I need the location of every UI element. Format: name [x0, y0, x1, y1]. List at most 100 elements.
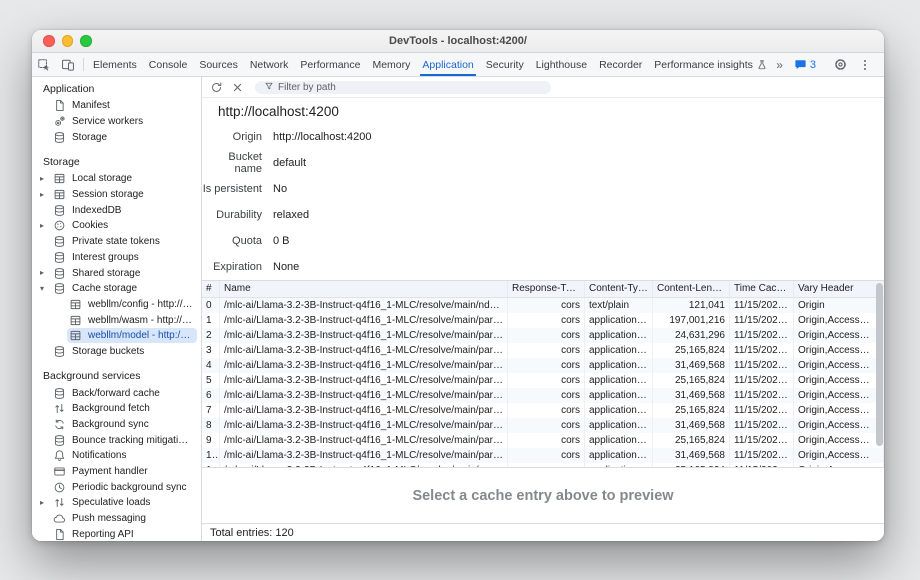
table-row[interactable]: 8/mlc-ai/Llama-3.2-3B-Instruct-q4f16_1-M… — [202, 418, 884, 433]
meta-value: default — [273, 157, 306, 169]
grid-cell: 25,165,824 — [653, 403, 730, 418]
sidebar-item-shared-storage[interactable]: ▸Shared storage — [32, 265, 201, 281]
filter-input[interactable]: Filter by path — [255, 81, 551, 94]
sidebar-item-session-storage[interactable]: ▸Session storage — [32, 187, 201, 203]
sidebar-item-service-workers[interactable]: Service workers — [32, 114, 201, 130]
console-messages-button[interactable]: 3 — [789, 58, 821, 71]
statusbar: Total entries: 120 — [202, 523, 884, 541]
chevron-down-icon: ▾ — [40, 285, 51, 293]
table-row[interactable]: 0/mlc-ai/Llama-3.2-3B-Instruct-q4f16_1-M… — [202, 298, 884, 313]
grid-scrollbar[interactable] — [876, 283, 883, 446]
table-row[interactable]: 9/mlc-ai/Llama-3.2-3B-Instruct-q4f16_1-M… — [202, 433, 884, 448]
tab-sources[interactable]: Sources — [195, 53, 242, 76]
sidebar-item-payment-handler[interactable]: Payment handler — [32, 464, 201, 480]
minimize-window-button[interactable] — [62, 35, 74, 47]
sidebar-item-label: webllm/model - http://loc… — [88, 330, 193, 341]
tab-console[interactable]: Console — [145, 53, 192, 76]
sidebar-item-speculative-loads[interactable]: ▸Speculative loads — [32, 495, 201, 511]
table-row[interactable]: 6/mlc-ai/Llama-3.2-3B-Instruct-q4f16_1-M… — [202, 388, 884, 403]
sidebar-item-background-sync[interactable]: Background sync — [32, 417, 201, 433]
inspect-element-icon[interactable] — [32, 53, 56, 76]
device-toolbar-icon[interactable] — [56, 53, 80, 76]
grid-cell: cors — [508, 328, 585, 343]
grid-cell: 11/15/2024, 10… — [730, 388, 794, 403]
sidebar-item-notifications[interactable]: Notifications — [32, 448, 201, 464]
database-icon — [53, 267, 66, 280]
tab-application[interactable]: Application — [418, 53, 477, 76]
table-row[interactable]: 11/mlc-ai/Llama-3.2-3B-Instruct-q4f16_1-… — [202, 463, 884, 467]
grid-cell: 31,469,568 — [653, 388, 730, 403]
table-row[interactable]: 3/mlc-ai/Llama-3.2-3B-Instruct-q4f16_1-M… — [202, 343, 884, 358]
titlebar[interactable]: DevTools - localhost:4200/ — [32, 30, 884, 53]
grid-cell: 11/15/2024, 10… — [730, 298, 794, 313]
grid-column-header-content-type[interactable]: Content-Type — [585, 281, 653, 297]
sidebar-item-reporting-api[interactable]: Reporting API — [32, 527, 201, 542]
table-row[interactable]: 4/mlc-ai/Llama-3.2-3B-Instruct-q4f16_1-M… — [202, 358, 884, 373]
sidebar-item-private-state-tokens[interactable]: Private state tokens — [32, 234, 201, 250]
table-row[interactable]: 1/mlc-ai/Llama-3.2-3B-Instruct-q4f16_1-M… — [202, 313, 884, 328]
kebab-menu-icon[interactable] — [853, 58, 877, 72]
grid-cell: 121,041 — [653, 298, 730, 313]
grid-cell: application/oc… — [585, 358, 653, 373]
settings-gear-icon[interactable] — [828, 57, 853, 72]
tab-performance[interactable]: Performance — [296, 53, 364, 76]
grid-column-header-name[interactable]: Name — [220, 281, 508, 297]
sidebar-item-content: Session storage — [51, 187, 197, 202]
grid-column-header-vary-header[interactable]: Vary Header — [794, 281, 884, 297]
table-row[interactable]: 10/mlc-ai/Llama-3.2-3B-Instruct-q4f16_1-… — [202, 448, 884, 463]
sidebar-section-application: ApplicationManifestService workersStorag… — [32, 81, 201, 145]
refresh-button[interactable] — [207, 79, 226, 96]
sidebar-item-back-forward-cache[interactable]: Back/forward cache — [32, 385, 201, 401]
sidebar-item-periodic-background-sync[interactable]: Periodic background sync — [32, 479, 201, 495]
sidebar-item-content: Storage buckets — [51, 344, 197, 359]
table-row[interactable]: 7/mlc-ai/Llama-3.2-3B-Instruct-q4f16_1-M… — [202, 403, 884, 418]
database-icon — [53, 251, 66, 264]
tab-security[interactable]: Security — [482, 53, 528, 76]
close-window-button[interactable] — [43, 35, 55, 47]
delete-selected-button[interactable] — [228, 79, 247, 96]
sidebar-item-webllm-model-http-loc[interactable]: webllm/model - http://loc… — [32, 328, 201, 344]
tab-recorder[interactable]: Recorder — [595, 53, 646, 76]
grid-column-header-response-type[interactable]: Response-Type — [508, 281, 585, 297]
zoom-window-button[interactable] — [80, 35, 92, 47]
sidebar-item-cache-storage[interactable]: ▾Cache storage — [32, 281, 201, 297]
tab-label: Network — [250, 59, 289, 71]
tab-lighthouse[interactable]: Lighthouse — [532, 53, 591, 76]
grid-cell: application/oc… — [585, 418, 653, 433]
database-icon — [53, 235, 66, 248]
sidebar-item-indexeddb[interactable]: IndexedDB — [32, 202, 201, 218]
tab-label: Memory — [372, 59, 410, 71]
grid-cell: 0 — [202, 298, 220, 313]
sidebar-item-webllm-wasm-http-loca[interactable]: webllm/wasm - http://loca… — [32, 312, 201, 328]
sidebar-item-content: Manifest — [51, 98, 197, 113]
grid-cell: 11/15/2024, 10… — [730, 328, 794, 343]
sidebar-item-cookies[interactable]: ▸Cookies — [32, 218, 201, 234]
sidebar-item-storage[interactable]: Storage — [32, 129, 201, 145]
tab-network[interactable]: Network — [246, 53, 293, 76]
grid-cell: cors — [508, 388, 585, 403]
sidebar-item-bounce-tracking-mitigations[interactable]: Bounce tracking mitigations — [32, 432, 201, 448]
tab-memory[interactable]: Memory — [368, 53, 414, 76]
table-row[interactable]: 2/mlc-ai/Llama-3.2-3B-Instruct-q4f16_1-M… — [202, 328, 884, 343]
tab-elements[interactable]: Elements — [89, 53, 141, 76]
sidebar-item-label: Shared storage — [72, 268, 140, 279]
grid-column-header-[interactable]: # — [202, 281, 220, 297]
database-icon — [53, 345, 66, 358]
sidebar-item-background-fetch[interactable]: Background fetch — [32, 401, 201, 417]
meta-row-durability: Durabilityrelaxed — [202, 202, 884, 228]
more-tabs-button[interactable]: » — [770, 58, 789, 72]
sidebar-item-storage-buckets[interactable]: Storage buckets — [32, 344, 201, 360]
grid-cell: cors — [508, 463, 585, 467]
sidebar-item-push-messaging[interactable]: Push messaging — [32, 511, 201, 527]
tab-performance-insights[interactable]: Performance insights — [650, 53, 772, 76]
sidebar-item-local-storage[interactable]: ▸Local storage — [32, 171, 201, 187]
sidebar-item-content: Local storage — [51, 171, 197, 186]
grid-column-header-time-cached[interactable]: Time Cached — [730, 281, 794, 297]
sidebar-item-webllm-config-http-loc[interactable]: webllm/config - http://loc… — [32, 297, 201, 313]
grid-cell: application/oc… — [585, 448, 653, 463]
grid-column-header-content-length[interactable]: Content-Length — [653, 281, 730, 297]
sidebar-item-manifest[interactable]: Manifest — [32, 98, 201, 114]
sidebar-item-interest-groups[interactable]: Interest groups — [32, 250, 201, 266]
sidebar-section-label: Background services — [32, 368, 201, 385]
table-row[interactable]: 5/mlc-ai/Llama-3.2-3B-Instruct-q4f16_1-M… — [202, 373, 884, 388]
